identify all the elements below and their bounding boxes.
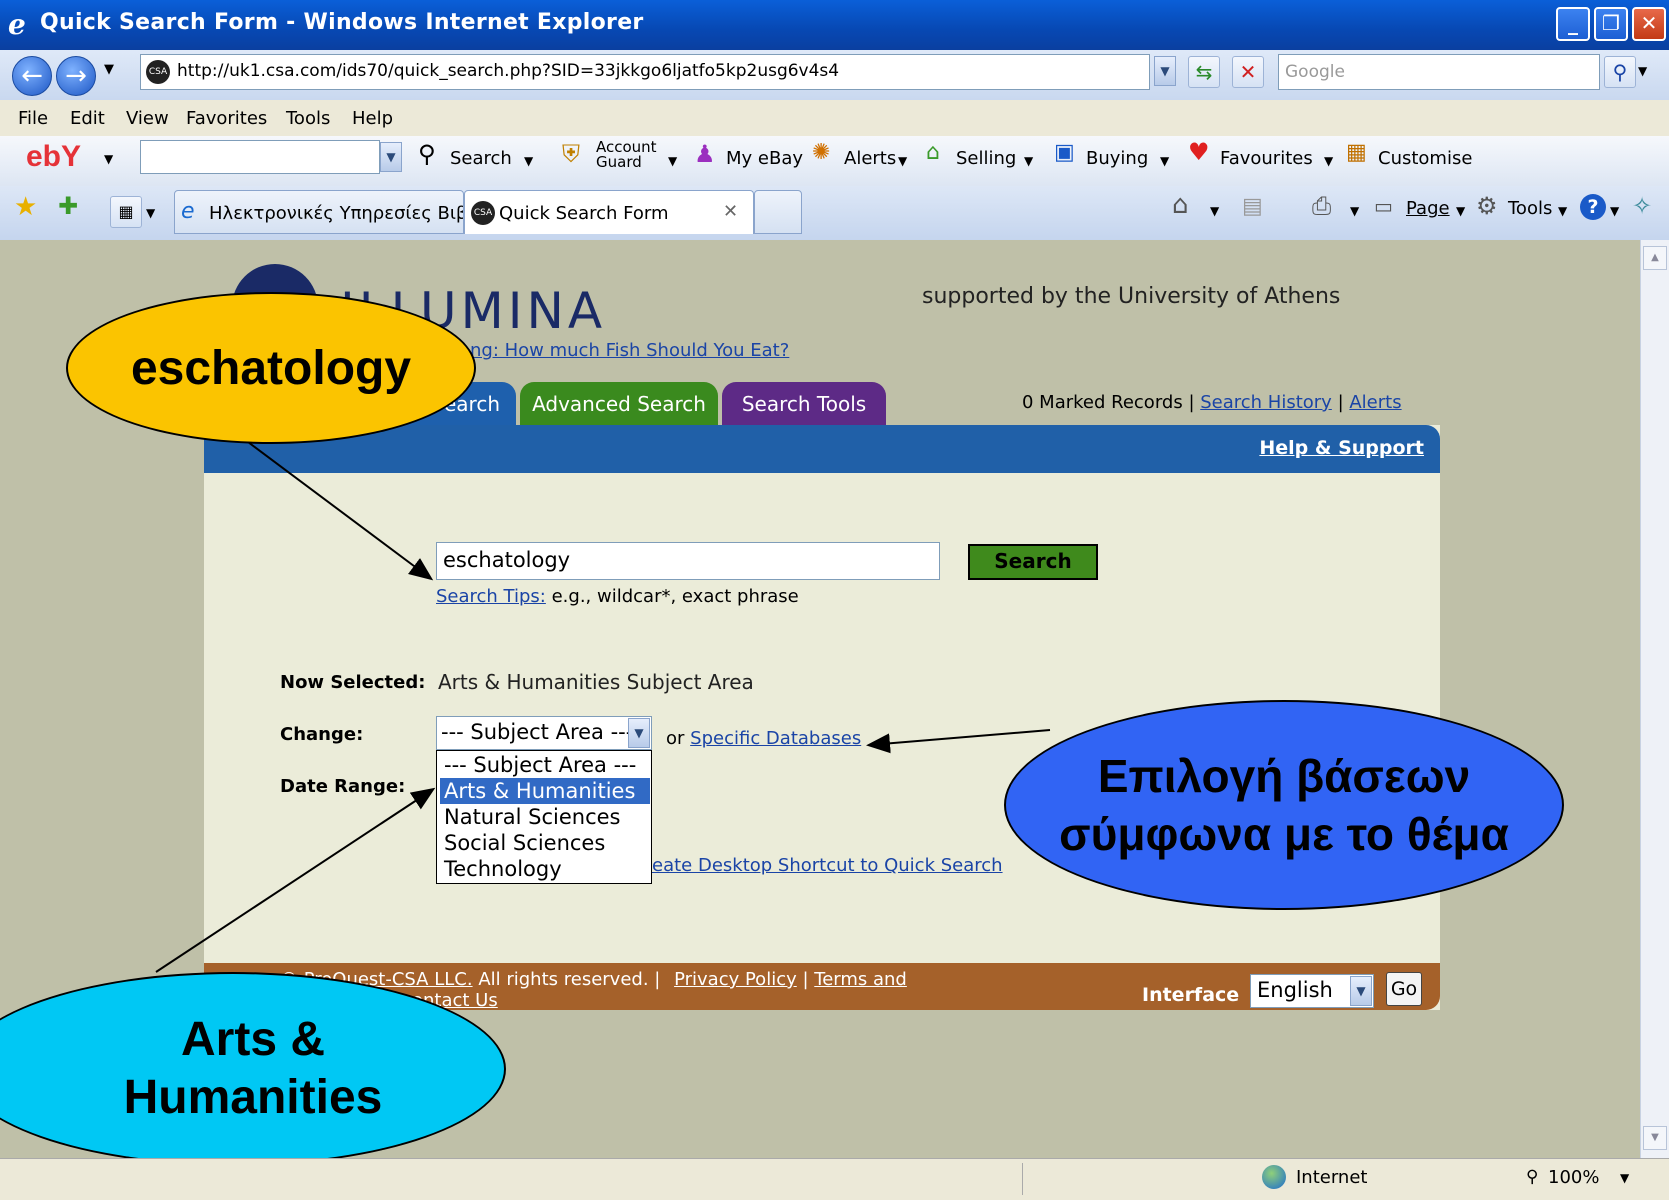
status-bar: Internet ⚲ 100% ▼ (0, 1158, 1669, 1200)
callout-greek-line2: σύμφωνα με το θέμα (1059, 808, 1509, 860)
arrow-to-search (247, 441, 434, 581)
zoom-level[interactable]: 100% (1548, 1167, 1599, 1188)
zoom-chevron-icon[interactable]: ▼ (1620, 1171, 1629, 1185)
eschatology-callout: eschatology (66, 292, 476, 444)
status-zone: Internet (1296, 1167, 1368, 1188)
arrow-to-databases (866, 729, 1051, 754)
zoom-icon: ⚲ (1526, 1167, 1539, 1187)
callout-greek-line1: Επιλογή βάσεων (1097, 750, 1471, 802)
arrow-to-arts (155, 787, 436, 973)
status-divider (1022, 1163, 1023, 1195)
database-selection-callout: Επιλογή βάσεων σύμφωνα με το θέμα (1004, 700, 1564, 910)
globe-icon (1262, 1165, 1286, 1189)
callout-arts-line2: Humanities (123, 1071, 383, 1124)
callout-arts-line1: Arts & (180, 1013, 326, 1066)
